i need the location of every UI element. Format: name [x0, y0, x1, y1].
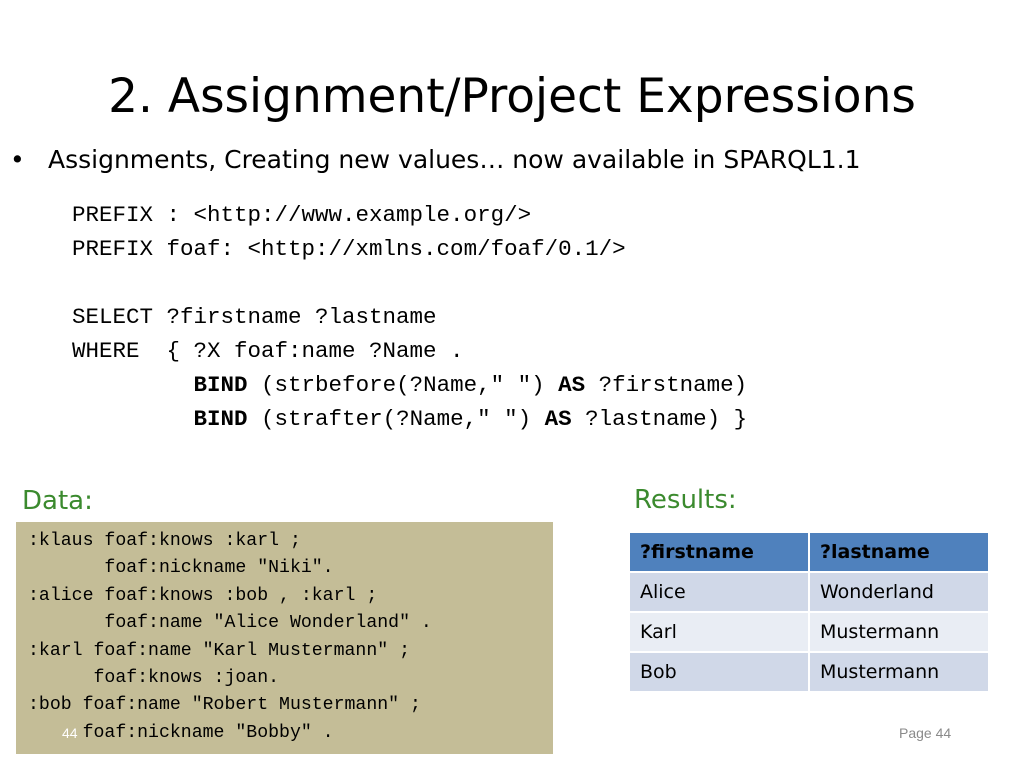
data-line: :klaus foaf:knows :karl ; — [28, 531, 301, 551]
bullet-text: Assignments, Creating new values… now av… — [48, 145, 861, 174]
bind-variable: ?lastname) } — [571, 406, 748, 432]
table-row: Karl Mustermann — [628, 611, 990, 653]
results-label: Results: — [634, 485, 737, 515]
data-line: :karl foaf:name "Karl Mustermann" ; — [28, 640, 410, 661]
table-cell: Alice — [628, 571, 810, 613]
sparql-query: PREFIX : <http://www.example.org/> PREFI… — [72, 198, 747, 436]
bind-expression: (strafter(?Name," ") — [247, 406, 545, 432]
slide-number: 44 — [62, 725, 78, 741]
as-keyword: AS — [544, 406, 572, 432]
table-cell: Wonderland — [808, 571, 990, 613]
rdf-data: :klaus foaf:knows :karl ; foaf:nickname … — [28, 528, 432, 747]
bullet-item: • Assignments, Creating new values… now a… — [10, 142, 861, 178]
column-header-firstname: ?firstname — [628, 531, 810, 573]
results-table: ?firstname ?lastname Alice Wonderland Ka… — [628, 531, 990, 693]
query-line-prefix-default: PREFIX : <http://www.example.org/> — [72, 202, 532, 228]
table-cell: Mustermann — [808, 651, 990, 693]
table-row: Alice Wonderland — [628, 571, 990, 613]
data-line: foaf:nickname "Niki". — [28, 558, 334, 579]
table-cell: Karl — [628, 611, 810, 653]
query-line-select: SELECT ?firstname ?lastname — [72, 304, 437, 330]
data-line: :bob foaf:name "Robert Mustermann" ; — [28, 695, 421, 716]
table-row: Bob Mustermann — [628, 651, 990, 693]
slide-title: 2. Assignment/Project Expressions — [108, 69, 916, 124]
data-line: foaf:knows :joan. — [28, 668, 280, 689]
bind-keyword: BIND — [193, 406, 248, 432]
query-line-where: WHERE { ?X foaf:name ?Name . — [72, 338, 464, 364]
column-header-lastname: ?lastname — [808, 531, 990, 573]
bullet-marker: • — [10, 145, 25, 174]
table-cell: Mustermann — [808, 611, 990, 653]
query-line-prefix-foaf: PREFIX foaf: <http://xmlns.com/foaf/0.1/… — [72, 236, 626, 262]
data-line: foaf:name "Alice Wonderland" . — [28, 613, 432, 634]
bind-variable: ?firstname) — [585, 372, 748, 398]
bind-expression: (strbefore(?Name," ") — [247, 372, 559, 398]
table-cell: Bob — [628, 651, 810, 693]
table-header-row: ?firstname ?lastname — [628, 531, 990, 573]
data-box: :klaus foaf:knows :karl ; foaf:nickname … — [16, 522, 553, 754]
bind-keyword: BIND — [193, 372, 248, 398]
data-line: :alice foaf:knows :bob , :karl ; — [28, 585, 378, 606]
data-label: Data: — [22, 486, 93, 516]
as-keyword: AS — [558, 372, 586, 398]
page-number-label: Page 44 — [899, 725, 952, 741]
